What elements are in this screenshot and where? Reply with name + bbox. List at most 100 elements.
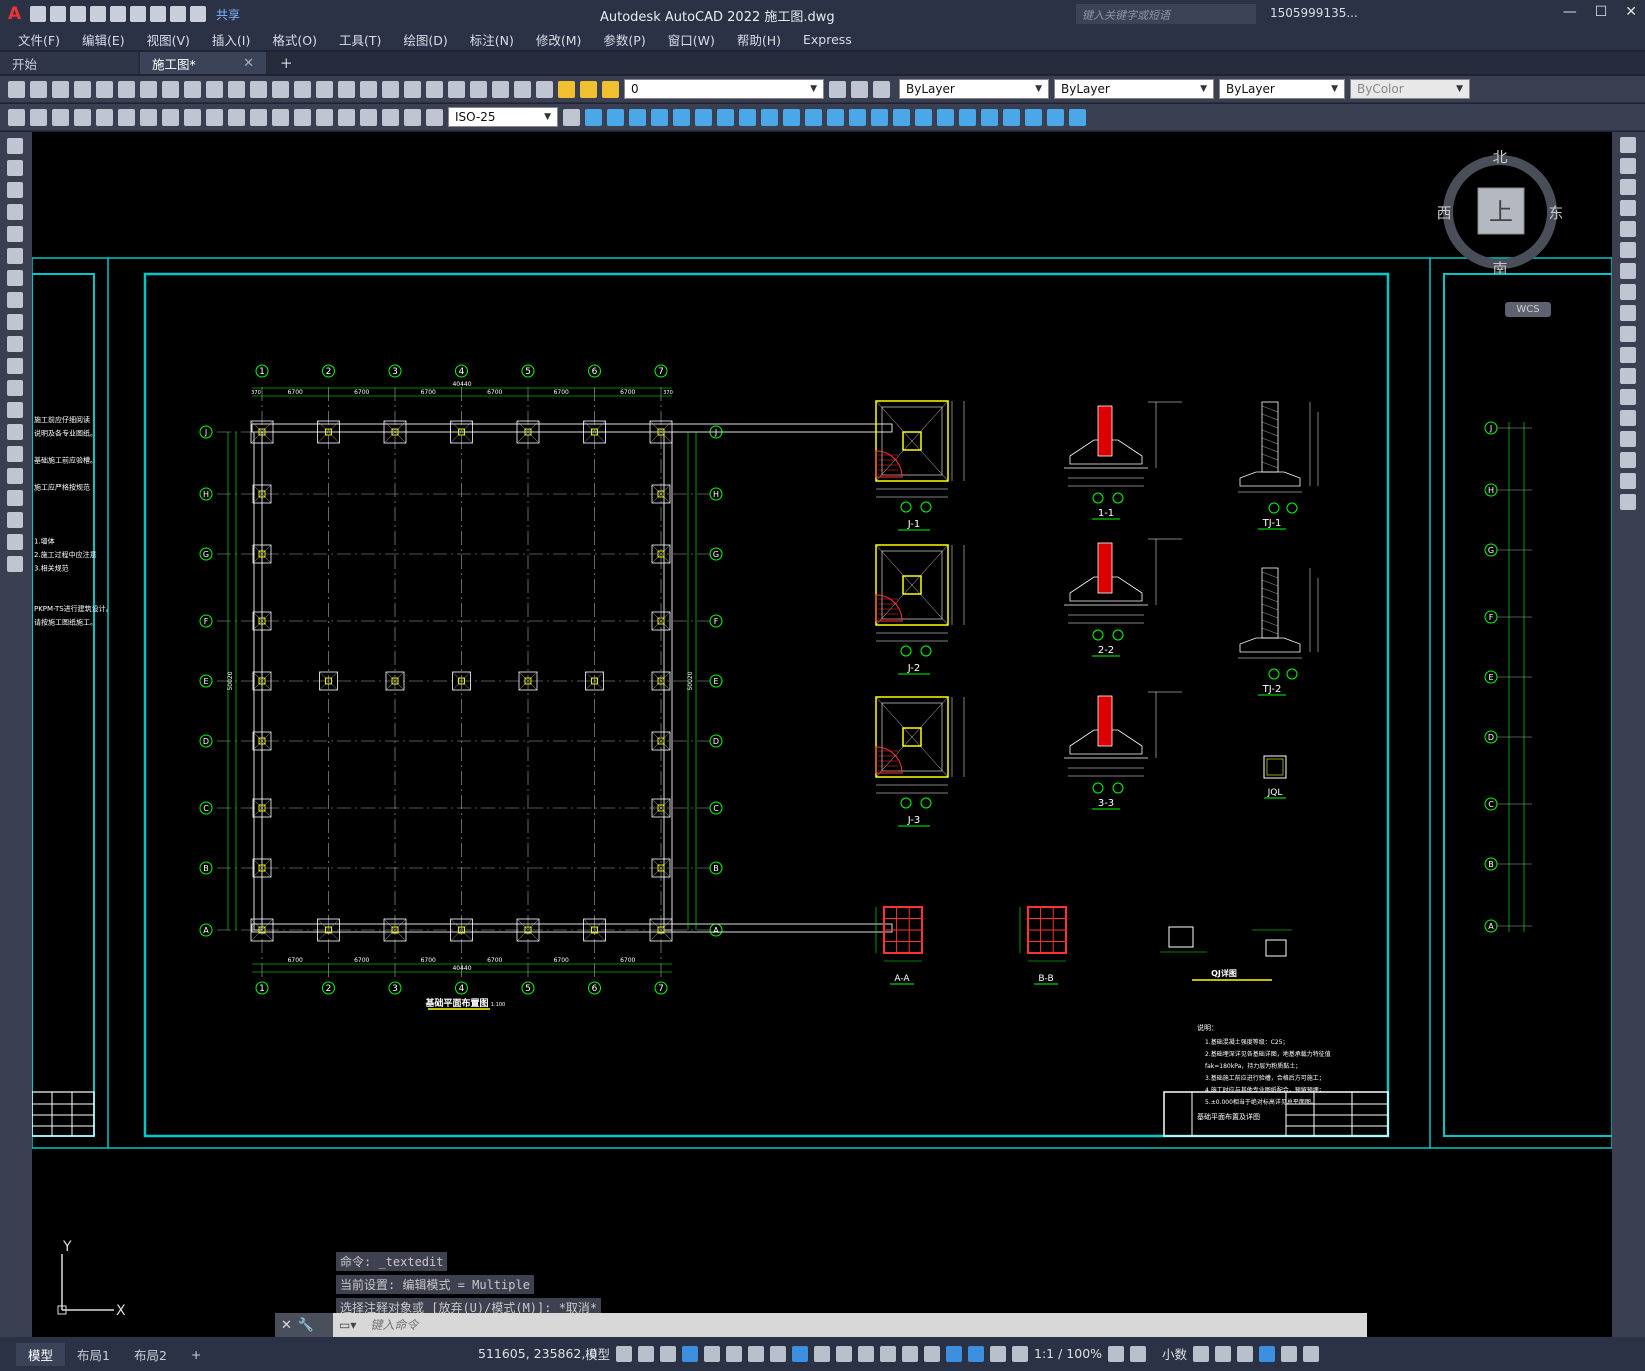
3d-print-icon[interactable]: [140, 80, 157, 98]
dim-text-edit-icon[interactable]: [404, 108, 421, 126]
intersect-icon[interactable]: [871, 108, 888, 126]
object-snap-icon[interactable]: [792, 1345, 809, 1362]
menu-tools[interactable]: 工具(T): [339, 30, 381, 49]
make-block-icon[interactable]: [7, 402, 23, 418]
join-icon[interactable]: [1620, 410, 1636, 426]
3d-osnap-icon[interactable]: [880, 1345, 897, 1362]
pyramid-icon[interactable]: [673, 108, 690, 126]
open-web-icon[interactable]: [110, 6, 126, 22]
fillet-icon[interactable]: [1620, 452, 1636, 468]
menu-draw[interactable]: 绘图(D): [403, 30, 447, 49]
rectangle-icon[interactable]: [7, 226, 23, 242]
menu-express[interactable]: Express: [803, 32, 852, 47]
cone-icon[interactable]: [629, 108, 646, 126]
menu-insert[interactable]: 插入(I): [212, 30, 250, 49]
units-value[interactable]: 小数: [1162, 1344, 1187, 1363]
tab-start[interactable]: 开始: [0, 52, 138, 74]
offset-icon[interactable]: [1620, 200, 1636, 216]
save-icon[interactable]: [70, 6, 86, 22]
layer-lock-icon[interactable]: [602, 80, 619, 98]
center-mark-icon[interactable]: [316, 108, 333, 126]
selection-filter-icon[interactable]: [924, 1345, 941, 1362]
undo-icon[interactable]: [250, 80, 267, 98]
ellipse-icon[interactable]: [7, 336, 23, 352]
maximize-button[interactable]: ☐: [1595, 4, 1608, 20]
extend-icon[interactable]: [1620, 347, 1636, 363]
layer-on-icon[interactable]: [558, 80, 575, 98]
ucs-view-icon[interactable]: [1069, 108, 1086, 126]
move-icon[interactable]: [1620, 242, 1636, 258]
annotation-scale-icon[interactable]: [1012, 1345, 1029, 1362]
coordinates-readout[interactable]: 511605, 235862, 0: [478, 1346, 597, 1361]
3d-rotate-icon[interactable]: [915, 108, 932, 126]
tab-drawing[interactable]: 施工图* ✕: [140, 52, 266, 74]
polar-icon[interactable]: [726, 1345, 743, 1362]
add-layout-button[interactable]: +: [179, 1345, 213, 1364]
markup-icon[interactable]: [470, 80, 487, 98]
annotation-visibility-icon[interactable]: [968, 1345, 985, 1362]
layer-states-icon[interactable]: [873, 80, 890, 98]
wedge-icon[interactable]: [695, 108, 712, 126]
plotstyle-dropdown[interactable]: ByColor ▼: [1350, 79, 1470, 99]
close-tab-icon[interactable]: ✕: [243, 56, 254, 71]
model-space-toggle[interactable]: 模型: [585, 1344, 610, 1363]
torus-icon[interactable]: [717, 108, 734, 126]
scale-icon[interactable]: [1620, 284, 1636, 300]
compass-east[interactable]: 东: [1548, 204, 1562, 222]
compass-north[interactable]: 北: [1492, 150, 1507, 166]
new-icon[interactable]: [8, 80, 25, 98]
pan-icon[interactable]: [294, 80, 311, 98]
match-properties-icon[interactable]: [228, 80, 245, 98]
table-icon[interactable]: [7, 512, 23, 528]
tab-model[interactable]: 模型: [16, 1342, 66, 1366]
hardware-acceleration-icon[interactable]: [1259, 1345, 1276, 1362]
ucs-icon[interactable]: [981, 108, 998, 126]
linear-dim-icon[interactable]: [8, 108, 25, 126]
menu-modify[interactable]: 修改(M): [536, 30, 582, 49]
quick-dim-icon[interactable]: [184, 108, 201, 126]
hatch-icon[interactable]: [7, 446, 23, 462]
layer-dropdown[interactable]: 0 ▼: [624, 79, 824, 99]
help-icon[interactable]: [514, 80, 531, 98]
union-icon[interactable]: [827, 108, 844, 126]
dim-break-icon[interactable]: [272, 108, 289, 126]
dynamic-input-icon[interactable]: [682, 1345, 699, 1362]
customization-icon[interactable]: [1303, 1345, 1320, 1362]
quick-properties-icon[interactable]: [1193, 1345, 1210, 1362]
color-dropdown[interactable]: ByLayer ▼: [899, 79, 1049, 99]
make-current-icon[interactable]: [829, 80, 846, 98]
menu-edit[interactable]: 编辑(E): [82, 30, 125, 49]
design-center-icon[interactable]: [404, 80, 421, 98]
mirror-icon[interactable]: [1620, 179, 1636, 195]
revolve-icon[interactable]: [761, 108, 778, 126]
spline-icon[interactable]: [7, 314, 23, 330]
zoom-realtime-icon[interactable]: [316, 80, 333, 98]
viewcube-top[interactable]: 上: [1489, 198, 1513, 226]
dim-edit-icon[interactable]: [382, 108, 399, 126]
arc-icon[interactable]: [7, 248, 23, 264]
paste-icon[interactable]: [206, 80, 223, 98]
close-icon[interactable]: ✕: [281, 1318, 292, 1333]
radius-dim-icon[interactable]: [96, 108, 113, 126]
publish-icon[interactable]: [118, 80, 135, 98]
dimstyle-dropdown[interactable]: ISO-25 ▼: [448, 107, 558, 127]
angular-dim-icon[interactable]: [162, 108, 179, 126]
share-button[interactable]: 共享: [216, 6, 240, 23]
save-as-icon[interactable]: [90, 6, 106, 22]
ordinate-dim-icon[interactable]: [74, 108, 91, 126]
menu-format[interactable]: 格式(O): [272, 30, 317, 49]
ellipse-arc-icon[interactable]: [7, 358, 23, 374]
multiline-text-icon[interactable]: [7, 534, 23, 550]
subtract-icon[interactable]: [849, 108, 866, 126]
annotation-monitor-icon[interactable]: [1130, 1345, 1147, 1362]
dim-update-icon[interactable]: [426, 108, 443, 126]
ucs-face-icon[interactable]: [1047, 108, 1064, 126]
minimize-button[interactable]: —: [1563, 4, 1577, 20]
undo-icon[interactable]: [170, 6, 186, 22]
menu-help[interactable]: 帮助(H): [737, 30, 781, 49]
baseline-dim-icon[interactable]: [206, 108, 223, 126]
customize-icon[interactable]: 🔧: [298, 1318, 314, 1333]
calculator-icon[interactable]: [492, 80, 509, 98]
app-logo[interactable]: A: [8, 5, 26, 23]
dim-space-icon[interactable]: [250, 108, 267, 126]
